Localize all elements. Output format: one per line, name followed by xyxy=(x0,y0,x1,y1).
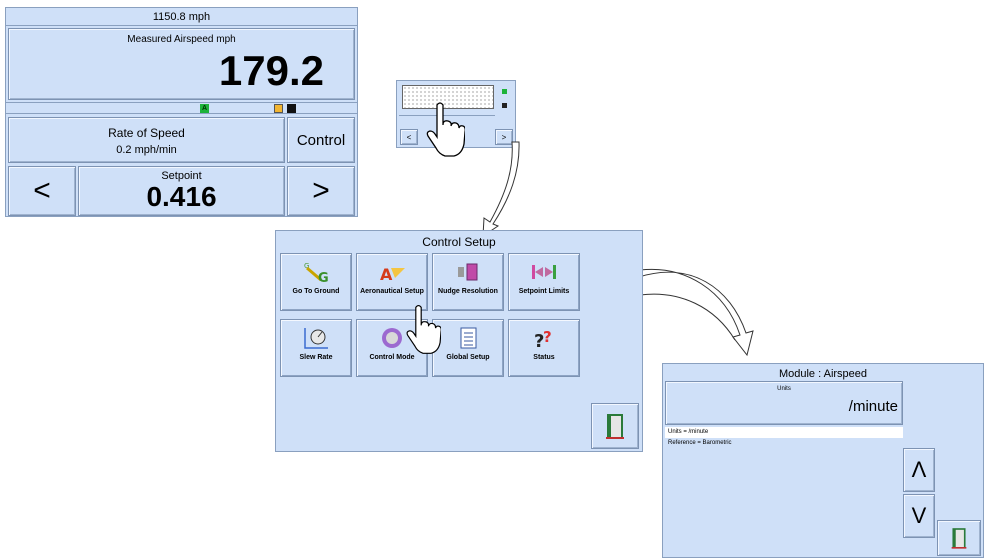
next-button[interactable]: > xyxy=(287,166,355,216)
status-bar: A xyxy=(6,102,357,114)
tile-label: Global Setup xyxy=(446,354,490,361)
limits-icon xyxy=(532,265,556,279)
scroll-down-button[interactable]: V xyxy=(903,494,935,538)
flow-arrow-down xyxy=(482,141,520,237)
units-value: /minute xyxy=(848,398,898,415)
units-label: Units xyxy=(777,386,791,392)
indicator-a-icon: A xyxy=(200,104,209,113)
pointer-hand-icon xyxy=(406,305,441,354)
exit-button[interactable] xyxy=(937,520,981,556)
rate-label: Rate of Speed xyxy=(108,126,185,140)
rate-of-speed-button[interactable]: Rate of Speed 0.2 mph/min xyxy=(8,117,285,163)
control-setup-title: Control Setup xyxy=(422,235,496,249)
exit-door-icon xyxy=(951,528,967,549)
units-button[interactable]: Units /minute xyxy=(665,381,903,425)
tile-label: Nudge Resolution xyxy=(438,288,498,295)
svg-text:?: ? xyxy=(543,328,552,346)
list-item[interactable]: Reference = Barometric xyxy=(665,438,903,449)
slew-rate-icon xyxy=(304,328,328,349)
ground-icon: G G xyxy=(304,262,329,284)
green-key-icon xyxy=(502,89,507,94)
pointer-hand-icon xyxy=(426,102,465,157)
tile-label: Aeronautical Setup xyxy=(360,288,424,295)
global-setup-icon xyxy=(460,327,477,349)
previous-button[interactable]: < xyxy=(8,166,76,216)
list-item[interactable]: Units = /minute xyxy=(665,427,903,438)
dark-key-icon xyxy=(502,103,507,108)
control-button[interactable]: Control xyxy=(287,117,355,163)
nudge-resolution-tile[interactable]: Nudge Resolution xyxy=(432,253,504,311)
rate-value: 0.2 mph/min xyxy=(116,144,177,156)
exit-door-icon xyxy=(606,414,624,439)
svg-text:G: G xyxy=(318,271,329,284)
measure-label: Measured Airspeed mph xyxy=(127,34,236,45)
module-airspeed-screen: Module : Airspeed Units /minute Units = … xyxy=(662,363,984,558)
flow-arrow-right xyxy=(638,268,754,357)
tile-label: Setpoint Limits xyxy=(518,288,570,295)
global-setup-tile[interactable]: Global Setup xyxy=(432,319,504,377)
slew-rate-tile[interactable]: Slew Rate xyxy=(280,319,352,377)
measure-value: 179.2 xyxy=(218,47,324,94)
setpoint-button[interactable]: Setpoint 0.416 xyxy=(78,166,285,216)
nudge-icon xyxy=(458,263,478,281)
tile-label: Go To Ground xyxy=(292,288,340,295)
settings-list: Units = /minute Reference = Barometric xyxy=(665,427,903,449)
go-to-ground-tile[interactable]: G G Go To Ground xyxy=(280,253,352,311)
status-tile[interactable]: ? ? Status xyxy=(508,319,580,377)
tile-label: Status xyxy=(533,354,555,361)
control-mode-icon xyxy=(382,328,402,348)
svg-text:A: A xyxy=(380,265,393,284)
scroll-up-button[interactable]: Λ xyxy=(903,448,935,492)
measurement-screen: 1150.8 mph Measured Airspeed mph 179.2 A… xyxy=(5,7,358,217)
tile-label: Slew Rate xyxy=(299,354,333,361)
top-reading: 1150.8 mph xyxy=(6,8,357,26)
exit-button[interactable] xyxy=(591,403,639,449)
module-title: Module : Airspeed xyxy=(778,368,868,380)
setpoint-limits-tile[interactable]: Setpoint Limits xyxy=(508,253,580,311)
setpoint-value: 0.416 xyxy=(146,181,217,212)
keypad-left-button[interactable]: < xyxy=(400,129,418,145)
color-indicator-icon xyxy=(274,104,283,113)
dark-indicator-icon xyxy=(287,104,296,113)
status-icon: ? ? xyxy=(534,328,552,350)
aeronautical-icon: A xyxy=(380,265,405,284)
control-setup-screen: Control Setup G G Go To Ground A Aeronau… xyxy=(275,230,643,452)
measured-airspeed-panel[interactable]: Measured Airspeed mph 179.2 xyxy=(8,28,355,100)
